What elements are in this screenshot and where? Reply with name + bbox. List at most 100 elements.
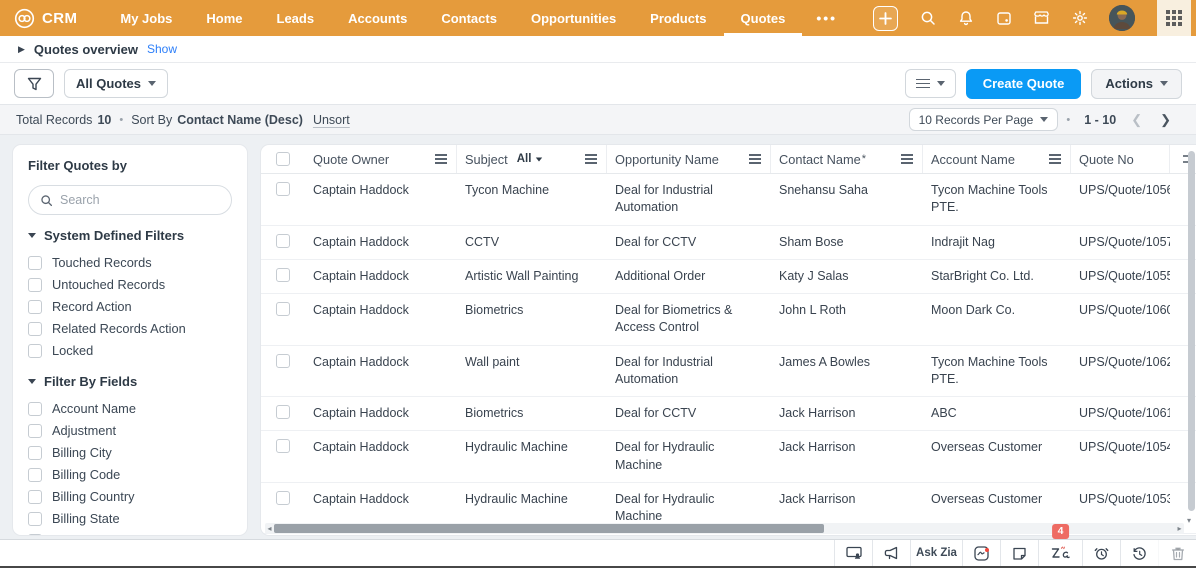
nav-item[interactable]: Contacts (424, 0, 514, 36)
cell-opportunity-name[interactable]: Deal for Hydraulic Machine (607, 431, 771, 482)
filter-checkbox[interactable] (28, 445, 42, 460)
cell-account-name[interactable]: Tycon Machine Tools PTE. (923, 174, 1071, 225)
cell-contact-name[interactable]: Snehansu Saha (771, 174, 923, 225)
filter-item[interactable]: Record Action (28, 296, 232, 317)
records-per-page-dropdown[interactable]: 10 Records Per Page (908, 108, 1059, 131)
column-menu-icon[interactable] (749, 154, 761, 164)
filter-checkbox[interactable] (28, 343, 42, 358)
cell-opportunity-name[interactable]: Deal for Industrial Automation (607, 174, 771, 225)
bell-icon[interactable] (957, 10, 974, 27)
row-checkbox[interactable] (276, 353, 290, 368)
filter-checkbox[interactable] (28, 299, 42, 314)
column-menu-icon[interactable] (901, 154, 913, 164)
zia-insights-icon[interactable] (962, 540, 1000, 566)
app-grid-icon[interactable] (1157, 0, 1191, 36)
show-link[interactable]: Show (147, 42, 177, 56)
cell-subject[interactable]: Biometrics (457, 397, 607, 430)
filter-checkbox[interactable] (28, 533, 42, 535)
column-header-opportunity-name[interactable]: Opportunity Name (607, 145, 771, 173)
filter-checkbox[interactable] (28, 277, 42, 292)
zia-signature-icon[interactable]: 4 (1038, 524, 1082, 566)
cell-contact-name[interactable]: Sham Bose (771, 226, 923, 259)
nav-item[interactable]: Opportunities (514, 0, 633, 36)
cell-opportunity-name[interactable]: Deal for Hydraulic Machine (607, 534, 771, 535)
row-checkbox[interactable] (276, 302, 290, 316)
cell-opportunity-name[interactable]: Deal for Biometrics & Access Control (607, 294, 771, 345)
table-row[interactable]: Captain Haddock CCTV Deal for CCTV Sham … (261, 226, 1196, 260)
notes-icon[interactable] (1000, 540, 1038, 566)
view-dropdown[interactable]: All Quotes (64, 69, 169, 98)
calendar-icon[interactable] (995, 10, 1012, 27)
collapse-caret-icon[interactable]: ▶ (18, 44, 25, 55)
cell-account-name[interactable]: ABC (923, 397, 1071, 430)
marketplace-icon[interactable] (1033, 10, 1050, 27)
cell-account-name[interactable]: Overseas Customer (923, 431, 1071, 482)
nav-item[interactable]: Products (633, 0, 723, 36)
column-header-contact-name[interactable]: Contact Name * (771, 145, 923, 173)
horizontal-scrollbar[interactable]: ◂ ▸ (265, 523, 1184, 534)
nav-item[interactable]: Home (189, 0, 259, 36)
cell-account-name[interactable]: StarBright Co. Ltd. (923, 260, 1071, 293)
sidebar-section-title[interactable]: System Defined Filters (28, 228, 232, 243)
cell-account-name[interactable]: Indrajit Nag (923, 226, 1071, 259)
cell-contact-name[interactable]: John L Roth (771, 294, 923, 345)
cell-opportunity-name[interactable]: Deal for CCTV (607, 397, 771, 430)
cell-subject[interactable]: Tycon Machine (457, 174, 607, 225)
table-row[interactable]: Captain Haddock Tycon Machine Deal for I… (261, 174, 1196, 226)
filter-checkbox[interactable] (28, 467, 42, 482)
create-quote-button[interactable]: Create Quote (965, 68, 1082, 99)
row-checkbox[interactable] (276, 405, 290, 419)
screen-share-icon[interactable] (834, 540, 872, 566)
filter-checkbox[interactable] (28, 321, 42, 336)
history-icon[interactable] (1120, 540, 1158, 566)
filter-button[interactable] (14, 69, 54, 98)
table-row[interactable]: Captain Haddock Biometrics Deal for Biom… (261, 294, 1196, 346)
select-all-checkbox[interactable] (276, 152, 290, 166)
filter-item[interactable]: Billing City (28, 442, 232, 463)
list-view-selector[interactable] (904, 69, 956, 98)
actions-button[interactable]: Actions (1091, 68, 1182, 99)
cell-account-name[interactable]: Tycon Machine Tools PTE. (923, 346, 1071, 397)
filter-checkbox[interactable] (28, 511, 42, 526)
table-row[interactable]: Captain Haddock Hydraulic Machine Deal f… (261, 431, 1196, 483)
cell-contact-name[interactable]: Alexandra D Billiot (771, 534, 923, 535)
cell-account-name[interactable]: Moon Dark Co. (923, 294, 1071, 345)
row-checkbox[interactable] (276, 439, 290, 454)
filter-item[interactable]: Adjustment (28, 420, 232, 441)
table-row[interactable]: Captain Haddock Biometrics Deal for CCTV… (261, 397, 1196, 432)
filter-checkbox[interactable] (28, 255, 42, 270)
next-page-button[interactable]: ❯ (1151, 112, 1180, 128)
subject-filter-dropdown[interactable]: All (517, 153, 544, 165)
row-checkbox[interactable] (276, 182, 290, 196)
ask-zia-button[interactable]: Ask Zia (910, 540, 962, 566)
column-header-subject[interactable]: Subject All (457, 145, 607, 173)
prev-page-button[interactable]: ❮ (1122, 112, 1151, 128)
filter-item[interactable]: Billing Country (28, 486, 232, 507)
filter-checkbox[interactable] (28, 401, 42, 416)
cell-contact-name[interactable]: Jack Harrison (771, 431, 923, 482)
search-icon[interactable] (919, 10, 936, 27)
reminder-icon[interactable] (1082, 540, 1120, 566)
cell-subject[interactable]: Hydraulic Machine (457, 431, 607, 482)
cell-subject[interactable]: Biometrics (457, 294, 607, 345)
cell-account-name[interactable]: StarBright Co. Ltd. (923, 534, 1071, 535)
cell-opportunity-name[interactable]: Deal for CCTV (607, 226, 771, 259)
gear-icon[interactable] (1071, 10, 1088, 27)
nav-item[interactable]: Quotes (723, 0, 803, 36)
quick-create-button[interactable] (873, 5, 898, 31)
filter-item[interactable]: Billing Code (28, 464, 232, 485)
filter-item[interactable]: Untouched Records (28, 274, 232, 295)
table-row[interactable]: Captain Haddock Artistic Wall Painting A… (261, 260, 1196, 294)
brand[interactable]: CRM (0, 0, 87, 36)
cell-contact-name[interactable]: Katy J Salas (771, 260, 923, 293)
column-menu-icon[interactable] (1049, 154, 1061, 164)
column-header-quote-owner[interactable]: Quote Owner (305, 145, 457, 173)
filter-item[interactable]: Locked (28, 340, 232, 361)
sidebar-section-title[interactable]: Filter By Fields (28, 374, 232, 389)
cell-opportunity-name[interactable]: Deal for Industrial Automation (607, 346, 771, 397)
recycle-bin-icon[interactable] (1158, 540, 1196, 566)
nav-item[interactable]: My Jobs (103, 0, 189, 36)
filter-checkbox[interactable] (28, 489, 42, 504)
scroll-down-icon[interactable]: ▾ (1187, 516, 1191, 525)
vertical-scrollbar[interactable]: ▾ (1187, 151, 1195, 525)
